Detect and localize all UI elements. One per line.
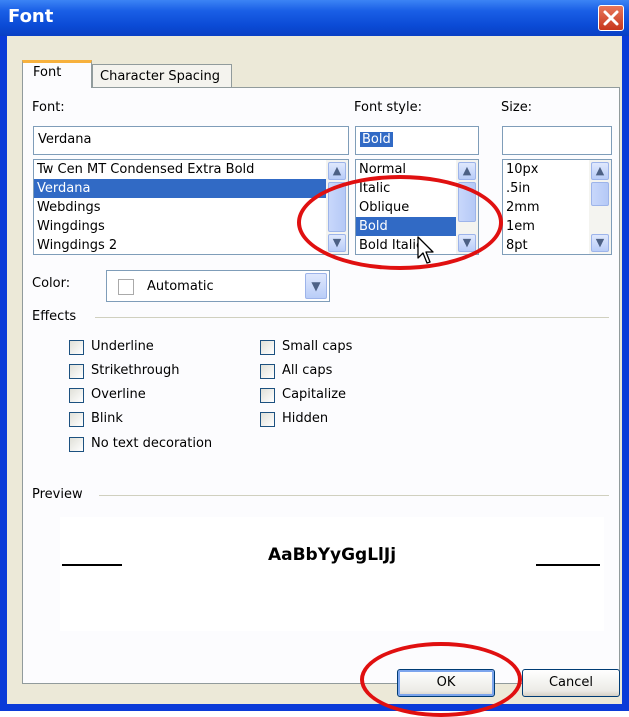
capitalize-label[interactable]: Capitalize	[282, 387, 346, 402]
underline-label[interactable]: Underline	[91, 339, 154, 354]
font-style-scrollbar[interactable]: ▲ ▼	[456, 160, 478, 254]
font-list-item-selected[interactable]: Verdana	[34, 179, 348, 198]
mouse-cursor-icon	[417, 236, 434, 264]
all-caps-checkbox[interactable]	[260, 364, 275, 379]
scroll-down-icon[interactable]: ▼	[458, 234, 476, 252]
tab-font-label: Font	[33, 65, 62, 80]
all-caps-label[interactable]: All caps	[282, 363, 332, 378]
font-name-input[interactable]: Verdana	[33, 126, 349, 155]
font-dialog: Font Font Character Spacing Font: Verdan…	[0, 0, 629, 711]
font-style-input-value: Bold	[360, 132, 393, 147]
scroll-up-icon[interactable]: ▲	[458, 162, 476, 180]
strikethrough-label[interactable]: Strikethrough	[91, 363, 179, 378]
color-label: Color:	[32, 276, 71, 291]
scroll-thumb[interactable]	[591, 182, 609, 206]
size-list-scrollbar[interactable]: ▲ ▼	[589, 160, 611, 254]
font-list-scrollbar[interactable]: ▲ ▼	[326, 160, 348, 254]
title-bar[interactable]: Font	[0, 0, 629, 36]
size-input[interactable]	[502, 126, 612, 155]
no-text-decoration-checkbox[interactable]	[69, 437, 84, 452]
cancel-button[interactable]: Cancel	[522, 669, 620, 697]
small-caps-label[interactable]: Small caps	[282, 339, 352, 354]
font-name-list[interactable]: Tw Cen MT Condensed Extra Bold Verdana W…	[33, 159, 349, 255]
strikethrough-checkbox[interactable]	[69, 364, 84, 379]
color-value: Automatic	[147, 279, 214, 294]
underline-checkbox[interactable]	[69, 340, 84, 355]
ok-button[interactable]: OK	[397, 669, 495, 697]
blink-checkbox[interactable]	[69, 412, 84, 427]
effects-group-label: Effects	[32, 309, 77, 324]
font-style-label: Font style:	[354, 100, 422, 115]
font-label: Font:	[32, 100, 65, 115]
scroll-thumb[interactable]	[328, 182, 346, 232]
font-list-item[interactable]: Wingdings 2	[34, 236, 348, 254]
scroll-down-icon[interactable]: ▼	[328, 234, 346, 252]
font-style-input[interactable]: Bold	[355, 126, 479, 155]
hidden-label[interactable]: Hidden	[282, 411, 328, 426]
small-caps-checkbox[interactable]	[260, 340, 275, 355]
chevron-down-icon[interactable]: ▼	[305, 273, 327, 299]
tab-font[interactable]: Font	[22, 60, 92, 88]
color-swatch	[118, 279, 134, 295]
scroll-thumb[interactable]	[458, 182, 476, 222]
close-button[interactable]	[598, 5, 624, 31]
overline-checkbox[interactable]	[69, 388, 84, 403]
size-list[interactable]: 10px .5in 2mm 1em 8pt ▲ ▼	[502, 159, 612, 255]
capitalize-checkbox[interactable]	[260, 388, 275, 403]
scroll-up-icon[interactable]: ▲	[591, 162, 609, 180]
window-title: Font	[8, 6, 54, 27]
effects-separator	[95, 317, 609, 318]
size-label: Size:	[501, 100, 533, 115]
preview-area: AaBbYyGgLlJj	[60, 517, 604, 631]
preview-sample-text: AaBbYyGgLlJj	[267, 545, 397, 565]
tab-character-spacing[interactable]: Character Spacing	[92, 64, 232, 88]
blink-label[interactable]: Blink	[91, 411, 123, 426]
preview-separator	[99, 495, 609, 496]
color-dropdown[interactable]: Automatic ▼	[106, 270, 330, 302]
scroll-up-icon[interactable]: ▲	[328, 162, 346, 180]
font-list-item[interactable]: Tw Cen MT Condensed Extra Bold	[34, 160, 348, 179]
tab-character-spacing-label: Character Spacing	[100, 69, 221, 84]
no-text-decoration-label[interactable]: No text decoration	[91, 436, 212, 451]
preview-group-label: Preview	[32, 487, 83, 502]
overline-label[interactable]: Overline	[91, 387, 146, 402]
hidden-checkbox[interactable]	[260, 412, 275, 427]
close-icon	[603, 10, 619, 26]
scroll-down-icon[interactable]: ▼	[591, 234, 609, 252]
font-list-item[interactable]: Webdings	[34, 198, 348, 217]
font-list-item[interactable]: Wingdings	[34, 217, 348, 236]
